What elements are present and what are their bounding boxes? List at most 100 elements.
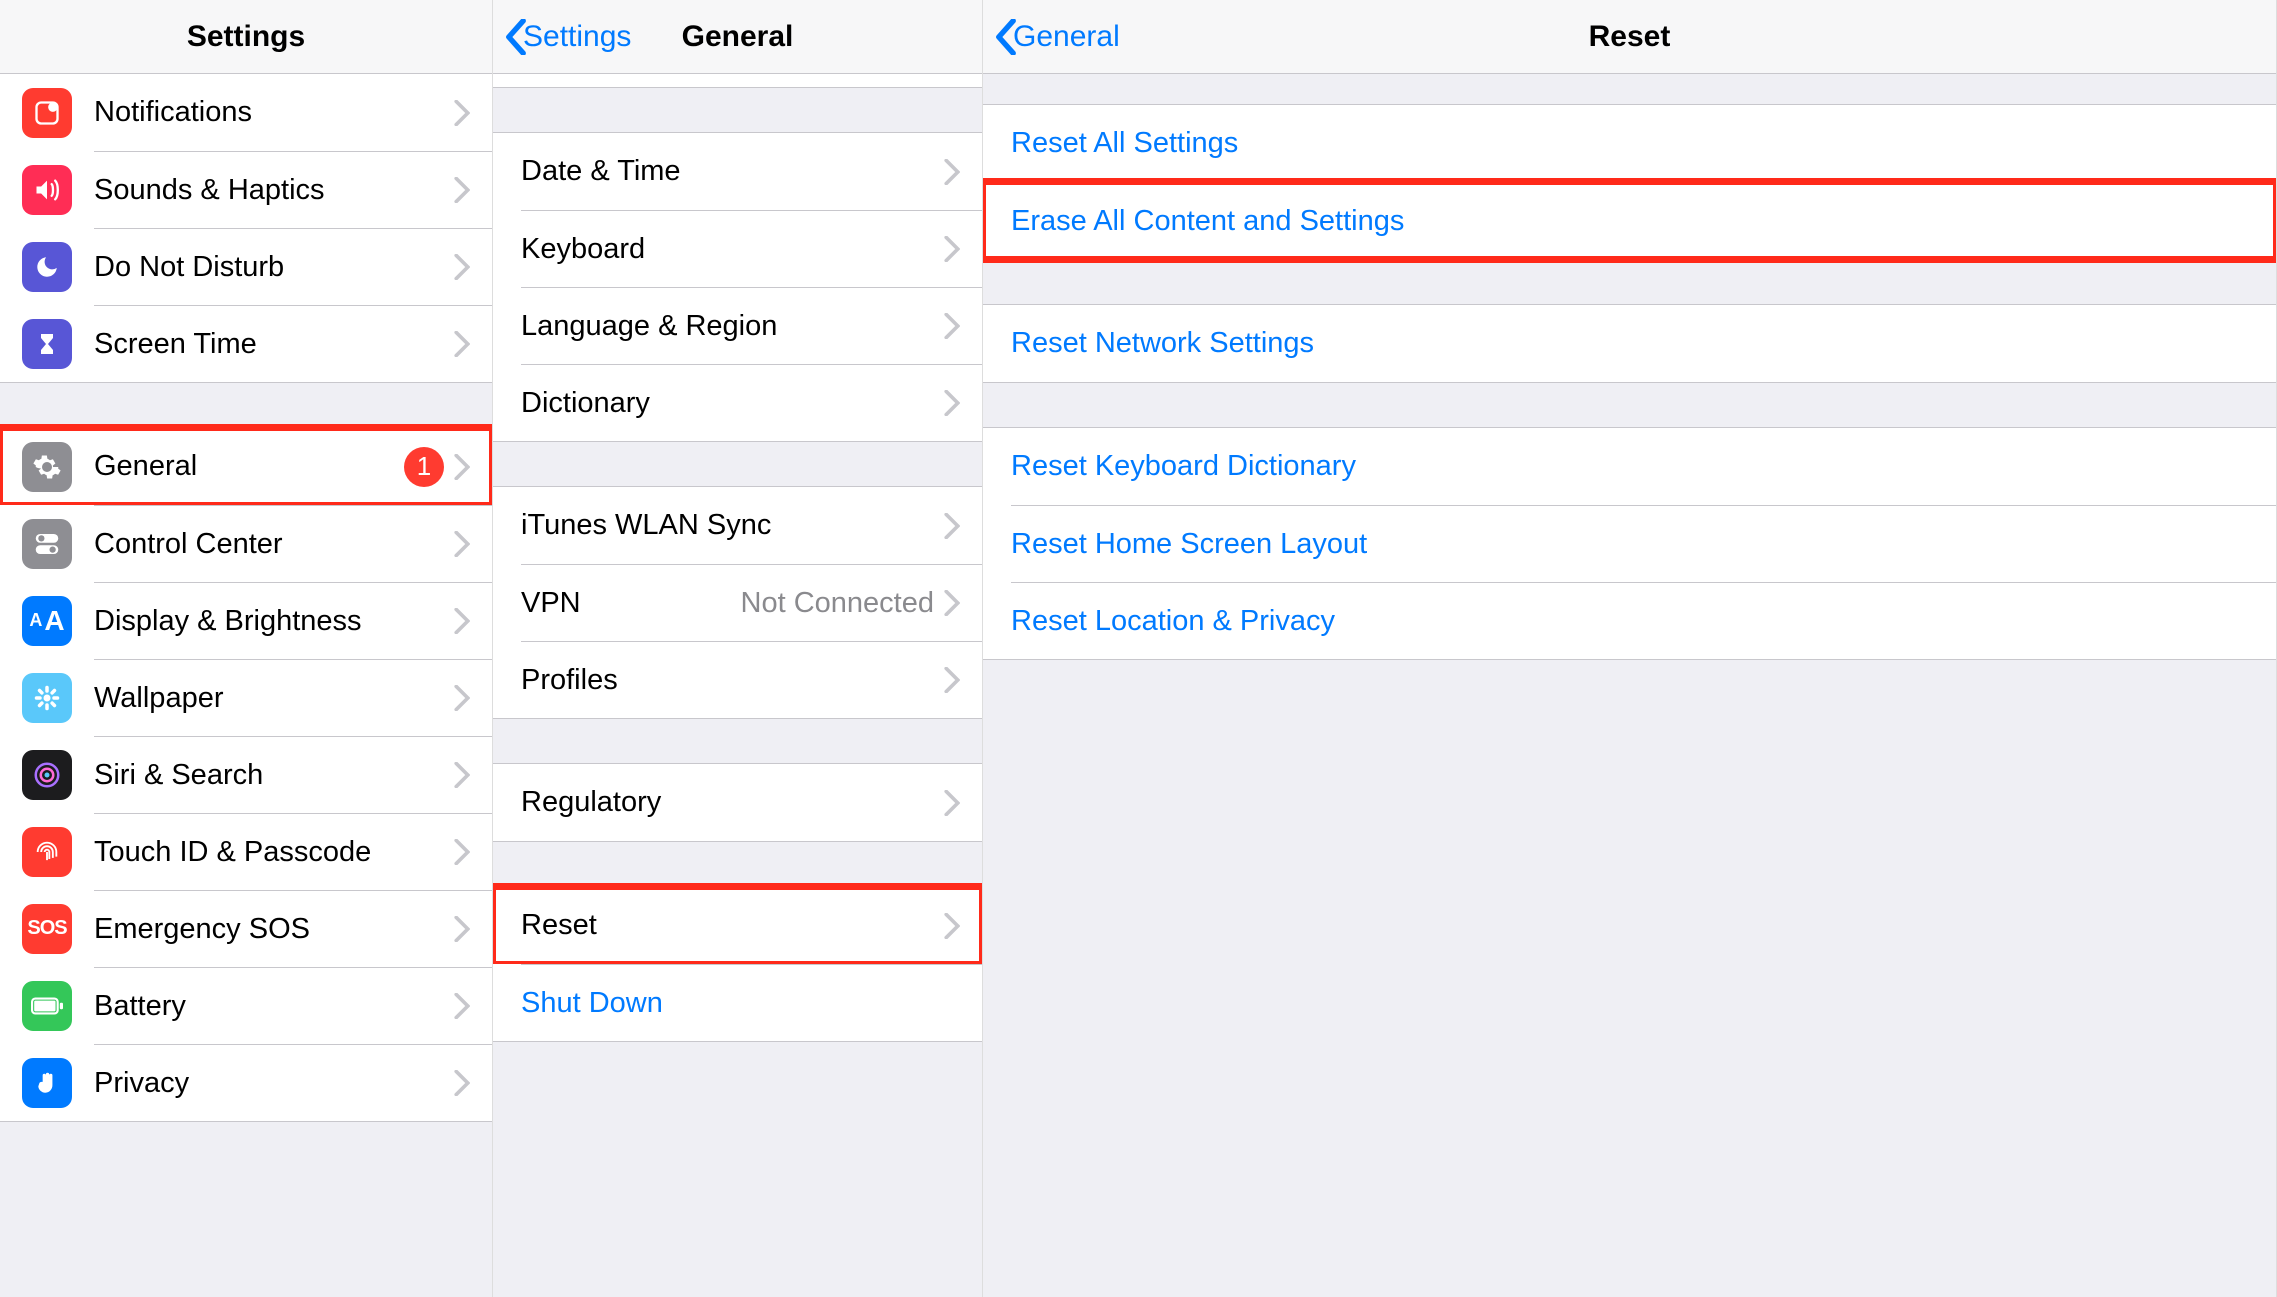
sos-icon: SOS <box>22 904 72 954</box>
notifications-icon <box>22 88 72 138</box>
row-label: Notifications <box>94 96 454 129</box>
section-gap <box>493 719 982 763</box>
back-button[interactable]: Settings <box>505 0 631 73</box>
section-gap <box>983 260 2276 304</box>
row-label: Language & Region <box>521 310 944 343</box>
row-language[interactable]: Language & Region <box>493 287 982 364</box>
row-notifications[interactable]: Notifications <box>0 74 492 151</box>
row-label: Reset <box>521 909 944 942</box>
page-title: Reset <box>1530 20 1730 54</box>
battery-icon <box>22 981 72 1031</box>
chevron-right-icon <box>454 531 470 557</box>
siri-icon <box>22 750 72 800</box>
row-label: Regulatory <box>521 786 944 819</box>
row-label: Reset Location & Privacy <box>1011 605 2254 638</box>
row-label: iTunes WLAN Sync <box>521 509 944 542</box>
row-general[interactable]: General 1 <box>0 428 492 505</box>
chevron-right-icon <box>454 608 470 634</box>
section-gap <box>493 88 982 132</box>
sounds-icon <box>22 165 72 215</box>
chevron-right-icon <box>454 993 470 1019</box>
hand-icon <box>22 1058 72 1108</box>
chevron-right-icon <box>454 177 470 203</box>
page-title: Settings <box>187 20 305 54</box>
row-itunes-sync[interactable]: iTunes WLAN Sync <box>493 487 982 564</box>
row-reset-network[interactable]: Reset Network Settings <box>983 305 2276 382</box>
row-shutdown[interactable]: Shut Down <box>493 964 982 1041</box>
row-dnd[interactable]: Do Not Disturb <box>0 228 492 305</box>
row-reset-home[interactable]: Reset Home Screen Layout <box>983 505 2276 582</box>
row-reset-location[interactable]: Reset Location & Privacy <box>983 582 2276 659</box>
section-gap <box>983 74 2276 104</box>
section-gap <box>493 842 982 886</box>
row-label: Reset Keyboard Dictionary <box>1011 450 2254 483</box>
row-value: Not Connected <box>741 587 934 620</box>
row-reset-keyboard[interactable]: Reset Keyboard Dictionary <box>983 428 2276 505</box>
row-label: Wallpaper <box>94 682 454 715</box>
row-label: Do Not Disturb <box>94 251 454 284</box>
chevron-right-icon <box>454 331 470 357</box>
row-label: Erase All Content and Settings <box>1011 205 2254 238</box>
row-battery[interactable]: Battery <box>0 967 492 1044</box>
row-display[interactable]: AA Display & Brightness <box>0 582 492 659</box>
section-gap <box>493 442 982 486</box>
navbar-settings: Settings <box>0 0 492 74</box>
row-label: General <box>94 450 404 483</box>
row-siri[interactable]: Siri & Search <box>0 736 492 813</box>
row-label: Siri & Search <box>94 759 454 792</box>
reset-list: Reset All Settings Erase All Content and… <box>983 74 2276 1297</box>
row-label: Emergency SOS <box>94 913 454 946</box>
row-label: Dictionary <box>521 387 944 420</box>
row-reset-all[interactable]: Reset All Settings <box>983 105 2276 182</box>
pane-general: Settings General Date & Time Keyboard <box>493 0 983 1297</box>
row-reset[interactable]: Reset <box>493 887 982 964</box>
row-vpn[interactable]: VPN Not Connected <box>493 564 982 641</box>
gear-icon <box>22 442 72 492</box>
row-label: Privacy <box>94 1067 454 1100</box>
row-screentime[interactable]: Screen Time <box>0 305 492 382</box>
chevron-right-icon <box>454 685 470 711</box>
back-button[interactable]: General <box>995 0 1120 73</box>
row-label: Profiles <box>521 664 944 697</box>
navbar-reset: General Reset <box>983 0 2276 74</box>
row-label: Reset Home Screen Layout <box>1011 528 2254 561</box>
row-label: Display & Brightness <box>94 605 454 638</box>
badge: 1 <box>404 447 444 487</box>
row-keyboard[interactable]: Keyboard <box>493 210 982 287</box>
row-label: Shut Down <box>521 987 960 1020</box>
row-regulatory[interactable]: Regulatory <box>493 764 982 841</box>
row-sos[interactable]: SOS Emergency SOS <box>0 890 492 967</box>
row-datetime[interactable]: Date & Time <box>493 133 982 210</box>
row-label: Keyboard <box>521 233 944 266</box>
row-control-center[interactable]: Control Center <box>0 505 492 582</box>
chevron-right-icon <box>454 839 470 865</box>
chevron-right-icon <box>454 1070 470 1096</box>
row-label: Reset All Settings <box>1011 127 2254 160</box>
back-label: Settings <box>523 20 631 54</box>
row-dictionary[interactable]: Dictionary <box>493 364 982 441</box>
hourglass-icon <box>22 319 72 369</box>
chevron-right-icon <box>944 159 960 185</box>
chevron-right-icon <box>944 667 960 693</box>
chevron-right-icon <box>944 790 960 816</box>
toggle-icon <box>22 519 72 569</box>
pane-settings: Settings Notifications Sounds & Haptics <box>0 0 493 1297</box>
chevron-right-icon <box>454 762 470 788</box>
row-erase-all[interactable]: Erase All Content and Settings <box>983 182 2276 259</box>
row-wallpaper[interactable]: Wallpaper <box>0 659 492 736</box>
general-list: Date & Time Keyboard Language & Region D… <box>493 74 982 1297</box>
row-privacy[interactable]: Privacy <box>0 1044 492 1121</box>
row-sounds[interactable]: Sounds & Haptics <box>0 151 492 228</box>
row-label: VPN <box>521 587 741 620</box>
section-gap <box>983 383 2276 427</box>
row-label: Screen Time <box>94 328 454 361</box>
pane-reset: General Reset Reset All Settings Erase A… <box>983 0 2277 1297</box>
back-label: General <box>1013 20 1120 54</box>
chevron-right-icon <box>944 913 960 939</box>
row-touchid[interactable]: Touch ID & Passcode <box>0 813 492 890</box>
text-size-icon: AA <box>22 596 72 646</box>
chevron-right-icon <box>454 100 470 126</box>
row-profiles[interactable]: Profiles <box>493 641 982 718</box>
chevron-right-icon <box>944 236 960 262</box>
chevron-right-icon <box>944 313 960 339</box>
